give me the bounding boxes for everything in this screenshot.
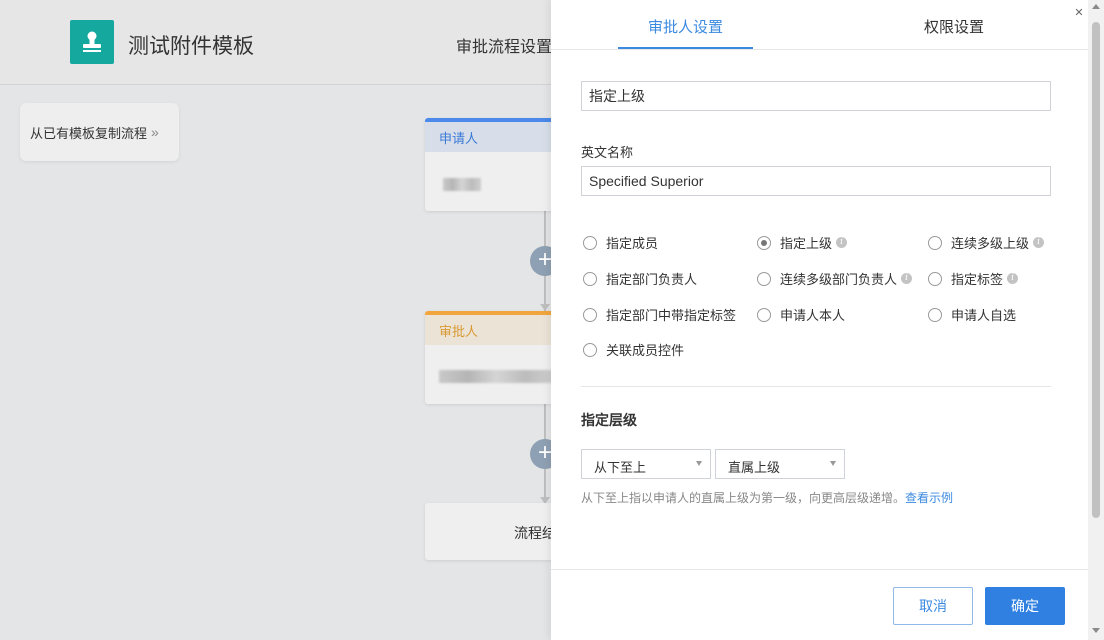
- flow-node-end[interactable]: 流程结: [425, 503, 565, 560]
- node-title: 申请人: [425, 118, 565, 152]
- info-icon[interactable]: i: [1033, 237, 1045, 248]
- info-icon[interactable]: i: [836, 237, 848, 248]
- stamp-icon: [70, 20, 114, 64]
- double-chevron-right-icon: »: [151, 124, 159, 140]
- radio-linked-member-control[interactable]: 关联成员控件: [583, 340, 684, 359]
- level-section-title: 指定层级: [581, 412, 637, 428]
- radio-label: 申请人自选: [951, 308, 1017, 323]
- level-hint: 从下至上指以申请人的直属上级为第一级，向更高层级递增。查看示例: [581, 489, 953, 506]
- radio-applicant-self[interactable]: 申请人本人: [757, 305, 845, 324]
- blurred-content: [443, 178, 481, 191]
- approver-name-input[interactable]: [581, 81, 1051, 111]
- tab-approver-settings[interactable]: 审批人设置: [648, 16, 723, 37]
- close-icon[interactable]: ✕: [1072, 6, 1086, 20]
- radio-applicant-choice[interactable]: 申请人自选: [928, 305, 1016, 324]
- radio-specified-superior[interactable]: 指定上级 i: [757, 233, 848, 252]
- radio-label: 指定部门负责人: [606, 272, 698, 287]
- info-icon[interactable]: i: [1007, 273, 1019, 284]
- approver-settings-panel: 审批人设置 权限设置 英文名称 指定成员 指定上级 i 连续多级上级 i 指定部…: [551, 0, 1104, 640]
- section-divider: [581, 386, 1051, 387]
- cancel-button[interactable]: 取消: [893, 587, 973, 625]
- info-icon[interactable]: i: [901, 273, 913, 284]
- active-tab-indicator: [618, 47, 753, 49]
- flow-node-approver[interactable]: 审批人: [425, 311, 565, 404]
- radio-circle: [583, 307, 597, 322]
- tab-permission-settings[interactable]: 权限设置: [924, 16, 984, 37]
- radio-label: 连续多级部门负责人: [780, 272, 898, 287]
- caret-down-icon: [830, 461, 836, 466]
- radio-dept-with-tag[interactable]: 指定部门中带指定标签: [583, 305, 736, 324]
- caret-down-icon: [696, 461, 702, 466]
- radio-specified-tag[interactable]: 指定标签 i: [928, 269, 1019, 288]
- blurred-content: [439, 370, 554, 383]
- view-example-link[interactable]: 查看示例: [905, 491, 953, 505]
- english-name-input[interactable]: [581, 166, 1051, 196]
- app-title: 测试附件模板: [128, 35, 254, 58]
- node-title: 审批人: [425, 311, 565, 345]
- radio-label: 连续多级上级: [951, 236, 1030, 251]
- radio-multi-level-superior[interactable]: 连续多级上级 i: [928, 233, 1045, 252]
- radio-label: 指定成员: [606, 236, 659, 251]
- radio-circle-checked: [757, 235, 771, 250]
- arrow-down-icon: [540, 304, 550, 311]
- radio-circle: [928, 235, 942, 250]
- panel-footer: 取消 确定: [551, 569, 1104, 640]
- tab-approval-flow[interactable]: 审批流程设置: [456, 33, 552, 57]
- direction-select[interactable]: 从下至上: [581, 449, 711, 479]
- level-select-value: 直属上级: [728, 460, 781, 475]
- radio-circle: [757, 271, 771, 286]
- level-hint-text: 从下至上指以申请人的直属上级为第一级，向更高层级递增。: [581, 491, 906, 505]
- flow-node-applicant[interactable]: 申请人: [425, 118, 565, 211]
- radio-label: 指定标签: [951, 272, 1004, 287]
- radio-label: 指定部门中带指定标签: [606, 308, 737, 323]
- scrollbar-thumb[interactable]: [1092, 22, 1100, 518]
- confirm-button[interactable]: 确定: [985, 587, 1065, 625]
- scroll-down-icon[interactable]: [1092, 628, 1100, 633]
- radio-circle: [757, 307, 771, 322]
- radio-circle: [928, 271, 942, 286]
- panel-tabs: 审批人设置 权限设置: [551, 0, 1104, 50]
- radio-circle: [928, 307, 942, 322]
- radio-multi-level-dept-head[interactable]: 连续多级部门负责人 i: [757, 269, 913, 288]
- stamp-icon-svg: [83, 31, 101, 52]
- radio-dept-head[interactable]: 指定部门负责人: [583, 269, 697, 288]
- end-node-label: 流程结: [514, 525, 556, 541]
- copy-from-template-label: 从已有模板复制流程: [30, 125, 148, 141]
- english-name-label: 英文名称: [581, 145, 634, 160]
- direction-select-value: 从下至上: [594, 460, 647, 475]
- radio-circle: [583, 235, 597, 250]
- radio-circle: [583, 271, 597, 286]
- radio-circle: [583, 342, 597, 357]
- copy-from-template-button[interactable]: 从已有模板复制流程 »: [20, 103, 179, 161]
- radio-label: 指定上级: [780, 236, 833, 251]
- radio-specified-member[interactable]: 指定成员: [583, 233, 658, 252]
- radio-label: 申请人本人: [780, 308, 846, 323]
- level-select[interactable]: 直属上级: [715, 449, 845, 479]
- scroll-up-icon[interactable]: [1092, 4, 1100, 9]
- radio-label: 关联成员控件: [606, 343, 685, 358]
